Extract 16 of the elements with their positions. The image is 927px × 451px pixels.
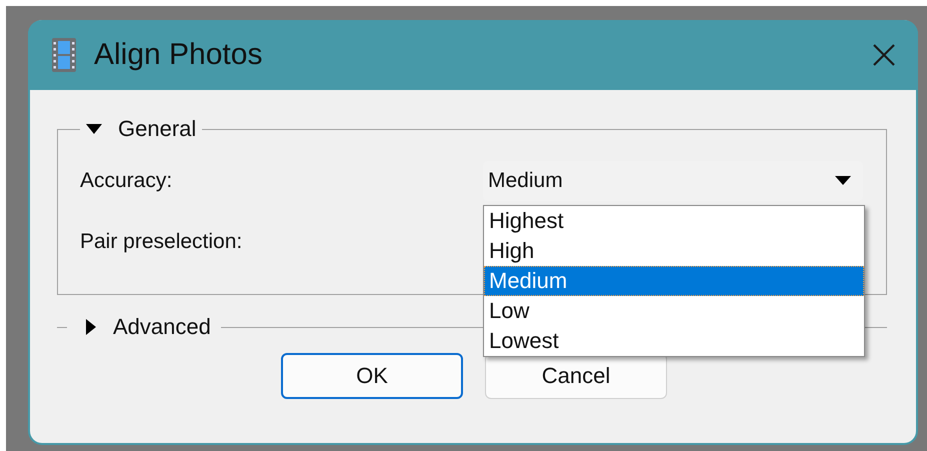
- close-icon[interactable]: [872, 43, 896, 67]
- field-label: Accuracy:: [80, 168, 174, 192]
- expanded-triangle-icon: [86, 123, 102, 135]
- dropdown-option[interactable]: Medium: [484, 266, 864, 296]
- caret-icon: [835, 176, 851, 185]
- field-label: Pair preselection:: [80, 230, 244, 254]
- window-title: Align Photos: [94, 38, 264, 72]
- dropdown-option[interactable]: High: [484, 236, 864, 266]
- collapsed-triangle-icon: [85, 319, 97, 335]
- section-toggle[interactable]: Advanced: [85, 314, 211, 340]
- section-toggle[interactable]: General: [86, 116, 196, 142]
- film-strip-icon: [52, 38, 76, 72]
- dropdown-option[interactable]: Lowest: [484, 326, 864, 356]
- dropdown-option[interactable]: Low: [484, 296, 864, 326]
- dropdown-option[interactable]: Highest: [484, 206, 864, 236]
- dialog-button[interactable]: OK: [281, 353, 463, 399]
